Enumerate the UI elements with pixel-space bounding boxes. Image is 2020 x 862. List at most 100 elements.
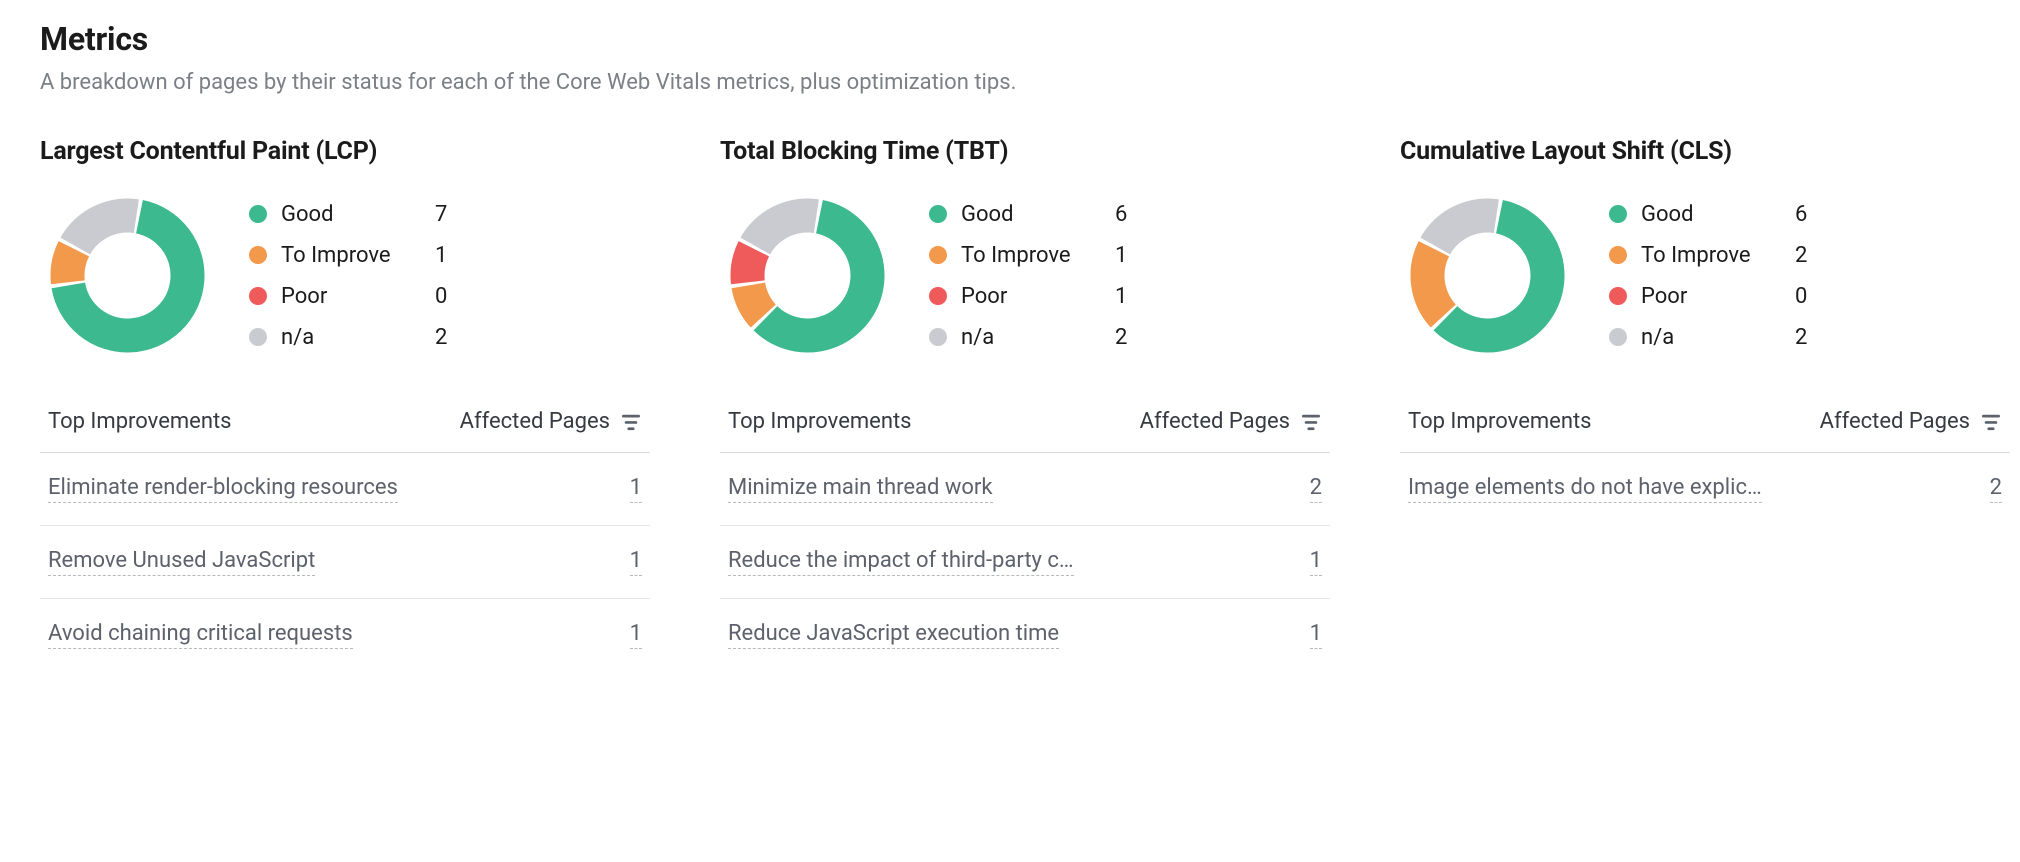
swatch-poor-icon xyxy=(929,287,947,305)
donut-segment-na xyxy=(755,216,816,246)
legend-value: 1 xyxy=(435,243,465,268)
legend-value: 0 xyxy=(435,284,465,309)
improvement-link[interactable]: Remove Unused JavaScript xyxy=(48,548,315,576)
col-affected-pages[interactable]: Affected Pages xyxy=(460,409,642,434)
legend-value: 2 xyxy=(1795,243,1825,268)
affected-count[interactable]: 2 xyxy=(1990,475,2002,503)
improvement-link[interactable]: Reduce JavaScript execution time xyxy=(728,621,1059,649)
affected-count[interactable]: 1 xyxy=(1310,621,1322,649)
table-row: Remove Unused JavaScript 1 xyxy=(40,526,650,599)
metric-title: Total Blocking Time (TBT) xyxy=(720,137,1330,166)
swatch-poor-icon xyxy=(249,287,267,305)
table-row: Eliminate render-blocking resources 1 xyxy=(40,453,650,526)
donut-row: Good 6 To Improve 2 Poor0 n/a 2 xyxy=(1400,188,2010,363)
affected-count[interactable]: 1 xyxy=(630,621,642,649)
legend-label: Poor xyxy=(281,284,421,309)
legend-row-good: Good7 xyxy=(249,202,465,227)
donut-chart xyxy=(1400,188,1575,363)
table-row: Minimize main thread work 2 xyxy=(720,453,1330,526)
legend-row-poor: Poor 0 xyxy=(249,284,465,309)
improvement-link[interactable]: Minimize main thread work xyxy=(728,475,993,503)
col-affected-pages-label: Affected Pages xyxy=(460,409,610,434)
col-affected-pages-label: Affected Pages xyxy=(1820,409,1970,434)
legend-value: 1 xyxy=(1115,243,1145,268)
legend-value: 1 xyxy=(1115,284,1145,309)
metric-card-cls: Cumulative Layout Shift (CLS) Good 6 To Imp… xyxy=(1400,137,2010,525)
legend-label: Good xyxy=(961,202,1101,227)
sort-desc-icon[interactable] xyxy=(1300,413,1322,431)
legend-value: 6 xyxy=(1795,202,1825,227)
legend-label: n/a xyxy=(1641,325,1781,350)
donut-segment-improve xyxy=(748,285,763,316)
page-subtitle: A breakdown of pages by their status for… xyxy=(40,70,1980,95)
donut-segment-improve xyxy=(1428,249,1444,316)
legend-value: 2 xyxy=(1115,325,1145,350)
swatch-good-icon xyxy=(1609,205,1627,223)
table-row: Image elements do not have explic… 2 xyxy=(1400,453,2010,525)
donut-segment-poor xyxy=(748,249,754,283)
legend-label: Poor xyxy=(961,284,1101,309)
improvement-link[interactable]: Image elements do not have explic… xyxy=(1408,475,1762,503)
donut-chart xyxy=(720,188,895,363)
col-affected-pages-label: Affected Pages xyxy=(1140,409,1290,434)
affected-count[interactable]: 1 xyxy=(1310,548,1322,576)
legend-row-good: Good 6 xyxy=(1609,202,1825,227)
legend-row-good: Good 6 xyxy=(929,202,1145,227)
swatch-improve-icon xyxy=(929,246,947,264)
legend-row-poor: Poor0 xyxy=(1609,284,1825,309)
legend-row-na: n/a 2 xyxy=(929,325,1145,350)
legend: Good 6 To Improve 2 Poor0 n/a 2 xyxy=(1609,202,1825,350)
metric-card-lcp: Largest Contentful Paint (LCP) Good7 To Im… xyxy=(40,137,650,671)
col-improvements[interactable]: Top Improvements xyxy=(48,409,232,434)
table-row: Avoid chaining critical requests 1 xyxy=(40,599,650,671)
table-row: Reduce the impact of third-party c… 1 xyxy=(720,526,1330,599)
affected-count[interactable]: 2 xyxy=(1310,475,1322,503)
table-head: Top Improvements Affected Pages xyxy=(720,399,1330,453)
swatch-na-icon xyxy=(929,328,947,346)
donut-row: Good 6 To Improve 1 Poor 1 n/a 2 xyxy=(720,188,1330,363)
legend-value: 6 xyxy=(1115,202,1145,227)
legend-row-poor: Poor 1 xyxy=(929,284,1145,309)
donut-chart xyxy=(40,188,215,363)
legend-label: Good xyxy=(1641,202,1781,227)
legend-label: To Improve xyxy=(1641,243,1781,268)
col-affected-pages[interactable]: Affected Pages xyxy=(1140,409,1322,434)
table-head: Top Improvements Affected Pages xyxy=(40,399,650,453)
col-improvements[interactable]: Top Improvements xyxy=(1408,409,1592,434)
table-row: Reduce JavaScript execution time 1 xyxy=(720,599,1330,671)
donut-segment-improve xyxy=(68,249,74,283)
donut-segment-na xyxy=(1435,216,1496,246)
legend-label: Poor xyxy=(1641,284,1781,309)
metrics-cards: Largest Contentful Paint (LCP) Good7 To Im… xyxy=(40,137,1980,671)
legend-row-improve: To Improve1 xyxy=(249,243,465,268)
swatch-na-icon xyxy=(249,328,267,346)
metric-title: Cumulative Layout Shift (CLS) xyxy=(1400,137,2010,166)
improvement-link[interactable]: Avoid chaining critical requests xyxy=(48,621,353,649)
improvements-table: Top Improvements Affected Pages Eliminate… xyxy=(40,399,650,671)
legend-value: 2 xyxy=(1795,325,1825,350)
improvements-table: Top Improvements Affected Pages Image ele… xyxy=(1400,399,2010,525)
sort-desc-icon[interactable] xyxy=(1980,413,2002,431)
legend-label: To Improve xyxy=(961,243,1101,268)
swatch-good-icon xyxy=(249,205,267,223)
swatch-na-icon xyxy=(1609,328,1627,346)
legend: Good 6 To Improve 1 Poor 1 n/a 2 xyxy=(929,202,1145,350)
metric-card-tbt: Total Blocking Time (TBT) Good 6 To Improve… xyxy=(720,137,1330,671)
col-improvements[interactable]: Top Improvements xyxy=(728,409,912,434)
legend-row-na: n/a 2 xyxy=(1609,325,1825,350)
legend-row-na: n/a2 xyxy=(249,325,465,350)
improvement-link[interactable]: Eliminate render-blocking resources xyxy=(48,475,398,503)
col-affected-pages[interactable]: Affected Pages xyxy=(1820,409,2002,434)
improvement-link[interactable]: Reduce the impact of third-party c… xyxy=(728,548,1074,576)
affected-count[interactable]: 1 xyxy=(630,475,642,503)
legend-label: Good xyxy=(281,202,421,227)
swatch-improve-icon xyxy=(1609,246,1627,264)
affected-count[interactable]: 1 xyxy=(630,548,642,576)
legend: Good7 To Improve1 Poor 0 n/a2 xyxy=(249,202,465,350)
legend-value: 2 xyxy=(435,325,465,350)
legend-row-improve: To Improve 1 xyxy=(929,243,1145,268)
metric-title: Largest Contentful Paint (LCP) xyxy=(40,137,650,166)
sort-desc-icon[interactable] xyxy=(620,413,642,431)
improvements-table: Top Improvements Affected Pages Minimize … xyxy=(720,399,1330,671)
legend-label: n/a xyxy=(961,325,1101,350)
